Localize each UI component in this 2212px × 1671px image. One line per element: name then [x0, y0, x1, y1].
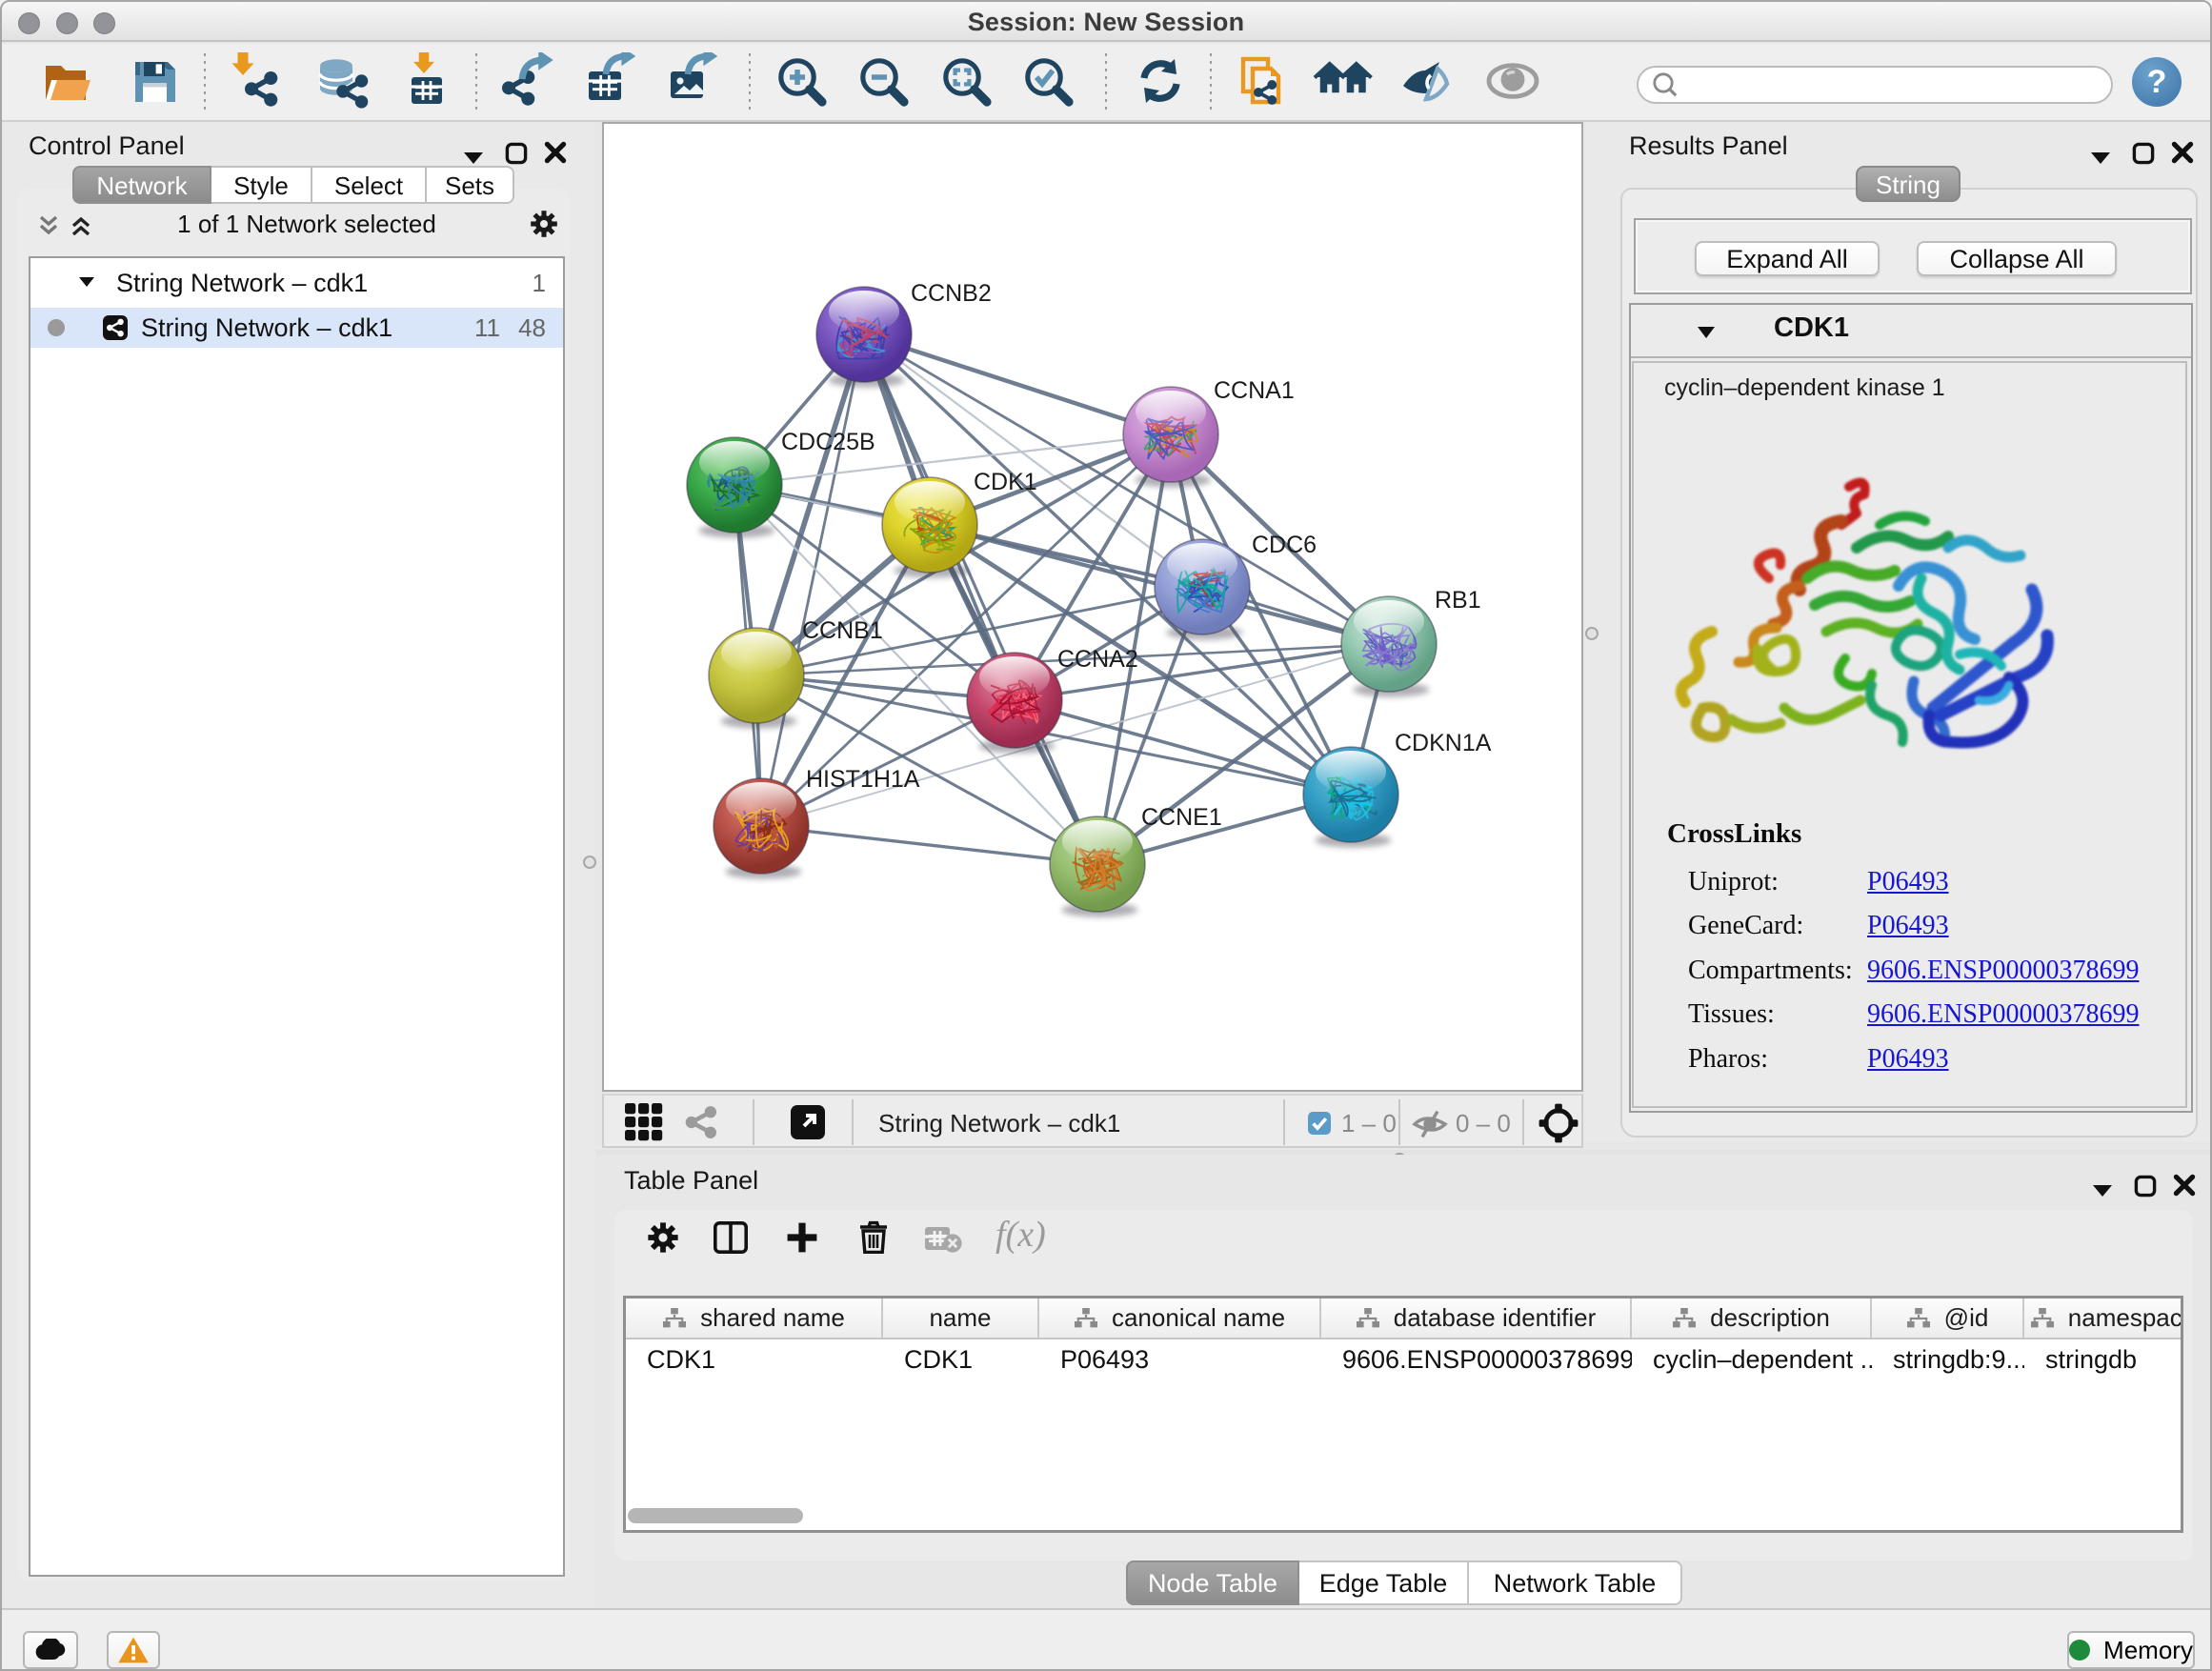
svg-text:CDK1: CDK1 — [974, 469, 1037, 495]
svg-text:CDC6: CDC6 — [1252, 532, 1317, 558]
svg-text:HIST1H1A: HIST1H1A — [806, 766, 920, 793]
svg-text:CCNE1: CCNE1 — [1141, 804, 1222, 831]
svg-text:CCNA2: CCNA2 — [1057, 646, 1138, 673]
svg-text:CDKN1A: CDKN1A — [1395, 730, 1492, 756]
svg-text:CCNB2: CCNB2 — [911, 280, 992, 307]
svg-text:CDC25B: CDC25B — [781, 429, 875, 455]
svg-text:CCNA1: CCNA1 — [1214, 377, 1295, 404]
svg-text:CCNB1: CCNB1 — [802, 617, 883, 644]
svg-text:RB1: RB1 — [1435, 587, 1481, 614]
